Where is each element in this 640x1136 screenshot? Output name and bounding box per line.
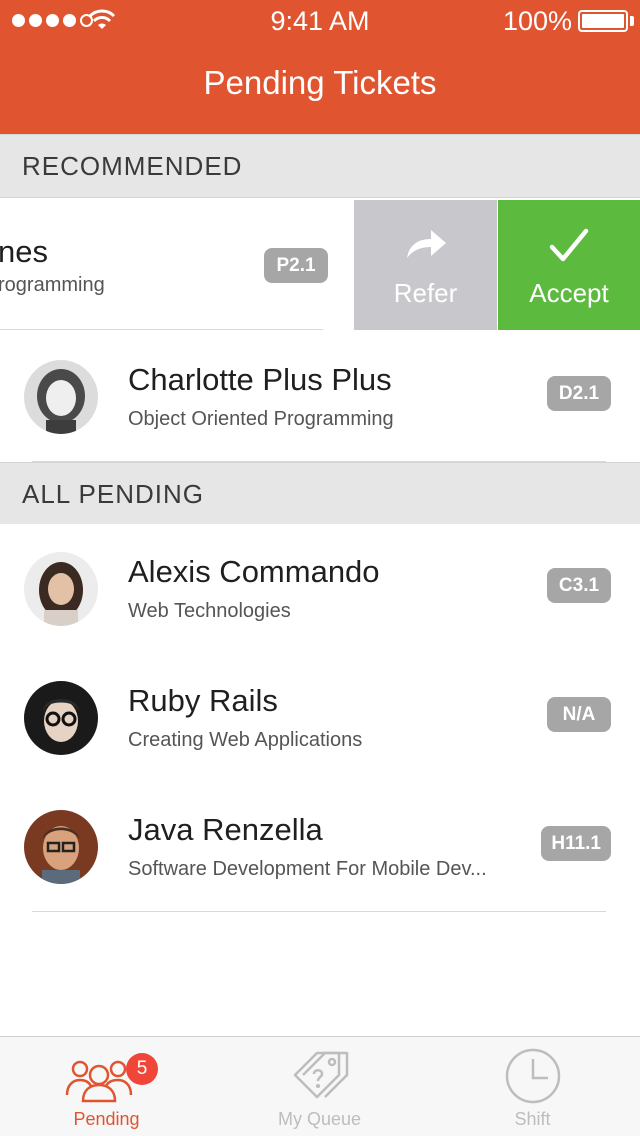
swiped-row-content[interactable]: nes rogramming P2.1 xyxy=(0,200,354,330)
notification-badge: 5 xyxy=(126,1053,158,1085)
accept-button[interactable]: Accept xyxy=(498,200,640,330)
page-title: Pending Tickets xyxy=(203,64,437,101)
refer-label: Refer xyxy=(393,278,458,308)
row-divider xyxy=(0,329,323,330)
accept-label: Accept xyxy=(529,278,609,308)
priority-badge: N/A xyxy=(547,697,611,732)
ticket-course: Software Development For Mobile Dev... xyxy=(128,858,487,880)
ticket-name: Java Renzella xyxy=(128,812,323,847)
status-bar: 9:41 AM 100% xyxy=(0,0,640,44)
battery-icon xyxy=(578,10,628,32)
ticket-course: Creating Web Applications xyxy=(128,729,363,751)
ticket-row-swiped[interactable]: nes rogramming P2.1 Refer Accept xyxy=(0,200,640,330)
navigation-header: 9:41 AM 100% Pending Tickets xyxy=(0,0,640,134)
ticket-row[interactable]: Alexis Commando Web Technologies C3.1 xyxy=(0,524,640,654)
priority-badge: C3.1 xyxy=(547,568,611,603)
ticket-row[interactable]: Charlotte Plus Plus Object Oriented Prog… xyxy=(0,332,640,462)
ticket-row[interactable]: Ruby Rails Creating Web Applications N/A xyxy=(0,653,640,783)
tab-my-queue[interactable]: My Queue xyxy=(213,1037,426,1136)
tab-bar: 5 Pending My Queue Shift xyxy=(0,1036,640,1136)
tab-label: My Queue xyxy=(277,1109,362,1129)
tab-pending[interactable]: 5 Pending xyxy=(0,1037,213,1136)
section-header-recommended: RECOMMENDED xyxy=(0,134,640,198)
avatar xyxy=(24,681,98,755)
avatar xyxy=(24,810,98,884)
ticket-course: Web Technologies xyxy=(128,600,291,622)
ticket-name: Charlotte Plus Plus xyxy=(128,362,392,397)
tab-label: Pending xyxy=(73,1109,140,1129)
avatar xyxy=(24,552,98,626)
priority-badge: P2.1 xyxy=(264,248,328,283)
ticket-course: rogramming xyxy=(0,274,105,296)
tags-icon xyxy=(293,1051,348,1099)
priority-badge: H11.1 xyxy=(541,826,611,861)
checkmark-icon xyxy=(549,228,589,262)
section-header-all-pending: ALL PENDING xyxy=(0,462,640,526)
ticket-row[interactable]: Java Renzella Software Development For M… xyxy=(0,782,640,912)
ticket-course: Object Oriented Programming xyxy=(128,408,394,430)
ticket-name: Ruby Rails xyxy=(128,683,278,718)
tab-label: Shift xyxy=(514,1109,551,1129)
clock-icon xyxy=(505,1048,560,1104)
battery-percentage: 100% xyxy=(502,6,572,36)
ticket-name: nes xyxy=(0,234,48,269)
share-arrow-icon xyxy=(406,230,446,258)
priority-badge: D2.1 xyxy=(547,376,611,411)
row-divider xyxy=(32,911,606,912)
avatar xyxy=(24,360,98,434)
tab-shift[interactable]: Shift xyxy=(426,1037,639,1136)
ticket-name: Alexis Commando xyxy=(128,554,380,589)
refer-button[interactable]: Refer xyxy=(354,200,497,330)
